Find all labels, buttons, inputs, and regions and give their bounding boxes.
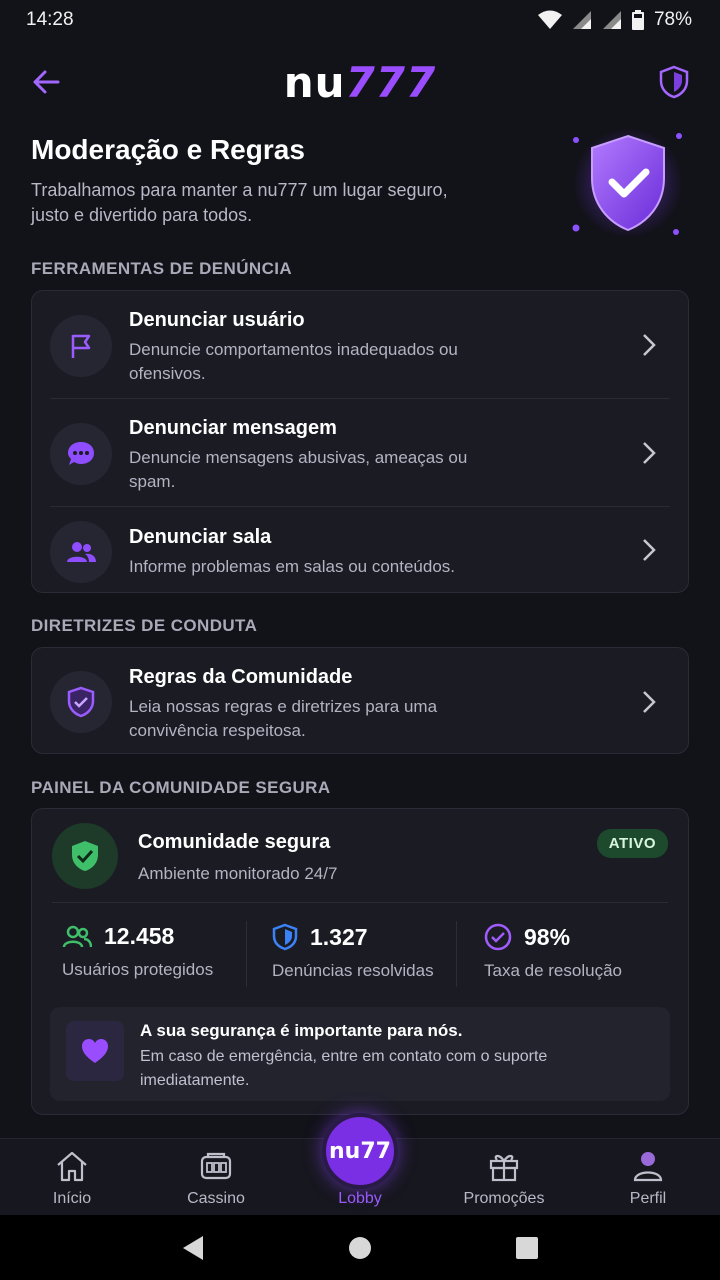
back-arrow-icon[interactable] <box>30 66 62 98</box>
stat-resolution-value: 98% <box>524 923 571 950</box>
report-room-desc: Informe problemas em salas ou conteúdos. <box>129 557 456 576</box>
community-rules-desc: Leia nossas regras e diretrizes para uma… <box>129 697 438 740</box>
stat-resolution: 98% Taxa de resolução <box>456 903 668 987</box>
casino-icon <box>200 1152 232 1180</box>
stat-reports-value: 1.327 <box>310 923 368 950</box>
nav-item-casino[interactable]: Cassino <box>144 1139 288 1215</box>
logo-nu: nu <box>283 57 346 107</box>
stats-row: 12.458 Usuários protegidos 1.327 Denúnci… <box>52 902 668 987</box>
status-bar: 14:28 78% <box>0 0 720 40</box>
wifi-icon <box>537 10 562 29</box>
back-triangle-icon[interactable] <box>181 1235 205 1261</box>
safety-shield-icon <box>52 823 118 889</box>
group-icon <box>50 521 112 583</box>
report-tools-card: Denunciar usuário Denuncie comportamento… <box>31 290 689 593</box>
logo-number: 777 <box>345 57 437 107</box>
safety-notice: A sua segurança é importante para nós. E… <box>50 1007 670 1101</box>
report-room-item[interactable]: Denunciar sala Informe problemas em sala… <box>50 506 670 592</box>
hero-section: Moderação e Regras Trabalhamos para mant… <box>31 134 471 228</box>
nav-label-lobby: Lobby <box>338 1190 382 1207</box>
recents-square-icon[interactable] <box>515 1236 539 1260</box>
conduct-card: Regras da Comunidade Leia nossas regras … <box>31 647 689 754</box>
stat-users-label: Usuários protegidos <box>62 960 214 979</box>
section-title-report: FERRAMENTAS DE DENÚNCIA <box>31 259 293 278</box>
home-circle-icon[interactable] <box>348 1236 372 1260</box>
section-title-safety: PAINEL DA COMUNIDADE SEGURA <box>31 778 331 797</box>
chevron-right-icon <box>643 690 656 713</box>
stat-reports-label: Denúncias resolvidas <box>272 961 434 980</box>
status-badge: ATIVO <box>596 829 668 858</box>
chevron-right-icon <box>643 333 656 356</box>
app-header: nu777 <box>0 50 720 114</box>
chevron-right-icon <box>643 538 656 561</box>
lobby-logo-icon[interactable]: nu77 <box>322 1113 398 1189</box>
status-time: 14:28 <box>26 9 74 30</box>
nav-label-promotions: Promoções <box>463 1190 545 1207</box>
safety-panel-card: Comunidade segura Ambiente monitorado 24… <box>31 808 689 1115</box>
battery-percent: 78% <box>653 9 692 30</box>
shield-icon <box>272 923 298 951</box>
safety-title: Comunidade segura <box>138 831 331 853</box>
heart-icon <box>66 1021 124 1081</box>
community-rules-item[interactable]: Regras da Comunidade Leia nossas regras … <box>32 648 688 755</box>
notice-title: A sua segurança é importante para nós. <box>140 1021 463 1040</box>
app-logo: nu777 <box>284 58 436 107</box>
section-title-conduct: DIRETRIZES DE CONDUTA <box>31 616 258 635</box>
report-user-desc: Denuncie comportamentos inadequados ou o… <box>129 340 458 383</box>
home-icon <box>57 1151 87 1182</box>
report-message-item[interactable]: Denunciar mensagem Denuncie mensagens ab… <box>50 398 670 506</box>
gift-icon <box>489 1154 519 1182</box>
profile-icon <box>633 1152 663 1182</box>
stat-reports: 1.327 Denúncias resolvidas <box>246 903 456 987</box>
battery-icon <box>631 10 644 30</box>
signal-icon-2 <box>602 11 621 29</box>
flag-icon <box>50 315 112 377</box>
hero-shield-icon <box>572 128 683 238</box>
nav-item-profile[interactable]: Perfil <box>576 1139 720 1215</box>
check-circle-icon <box>484 923 512 951</box>
community-rules-title: Regras da Comunidade <box>129 666 353 688</box>
stat-users: 12.458 Usuários protegidos <box>52 903 246 986</box>
report-user-item[interactable]: Denunciar usuário Denuncie comportamento… <box>32 291 688 398</box>
page-subtitle: Trabalhamos para manter a nu777 um lugar… <box>31 180 448 225</box>
chat-bubble-icon <box>50 423 112 485</box>
nav-label-home: Início <box>52 1190 92 1207</box>
shield-check-icon <box>50 671 112 733</box>
page-title: Moderação e Regras <box>31 134 305 165</box>
report-user-title: Denunciar usuário <box>129 309 305 331</box>
safety-subtitle: Ambiente monitorado 24/7 <box>138 864 338 883</box>
nav-item-home[interactable]: Início <box>0 1139 144 1215</box>
notice-text: Em caso de emergência, entre em contato … <box>140 1048 548 1089</box>
nav-label-profile: Perfil <box>629 1190 667 1207</box>
chevron-right-icon <box>643 441 656 464</box>
report-room-title: Denunciar sala <box>129 526 272 548</box>
status-icons: 78% <box>537 9 692 31</box>
report-message-desc: Denuncie mensagens abusivas, ameaças ou … <box>129 448 468 491</box>
stat-users-value: 12.458 <box>104 923 175 949</box>
signal-icon <box>572 11 591 29</box>
users-icon <box>62 925 92 947</box>
system-nav-bar <box>0 1215 720 1280</box>
nav-label-casino: Cassino <box>187 1190 245 1207</box>
nav-item-promotions[interactable]: Promoções <box>432 1139 576 1215</box>
report-message-title: Denunciar mensagem <box>129 417 337 439</box>
stat-resolution-label: Taxa de resolução <box>484 961 622 980</box>
shield-icon[interactable] <box>658 65 690 99</box>
